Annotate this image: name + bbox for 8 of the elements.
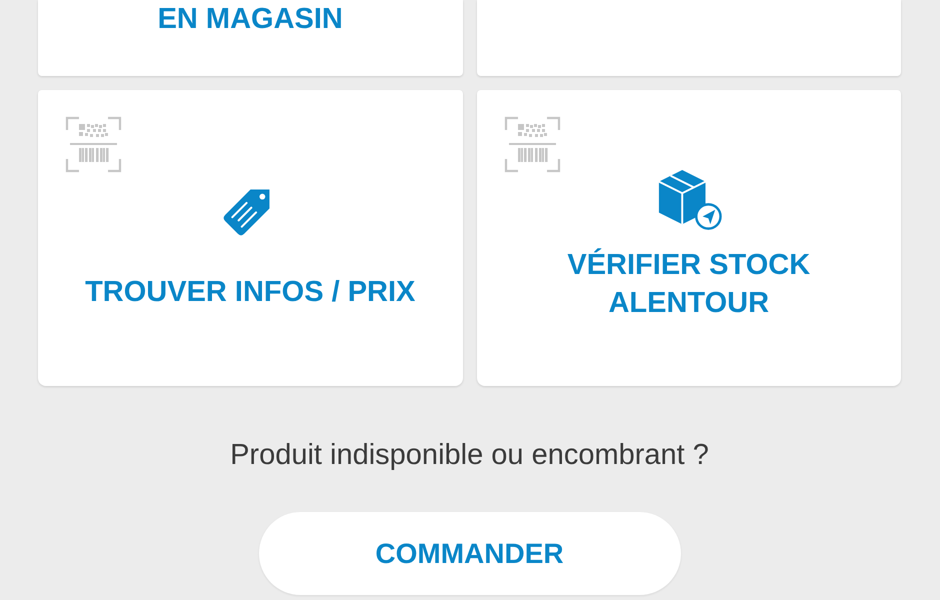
action-tile[interactable]: VÉRIFIER STOCK ALENTOUR	[476, 90, 901, 386]
action-tile[interactable]: TROUVER INFOS / PRIX	[38, 90, 462, 386]
scan-code-icon	[504, 116, 560, 173]
unavailable-prompt: Produit indisponible ou encombrant ?	[230, 438, 709, 473]
scan-code-icon	[65, 116, 122, 173]
action-tile[interactable]	[476, 0, 901, 76]
order-button[interactable]: COMMANDER	[258, 512, 680, 595]
action-tile[interactable]: EN MAGASIN	[38, 0, 462, 76]
